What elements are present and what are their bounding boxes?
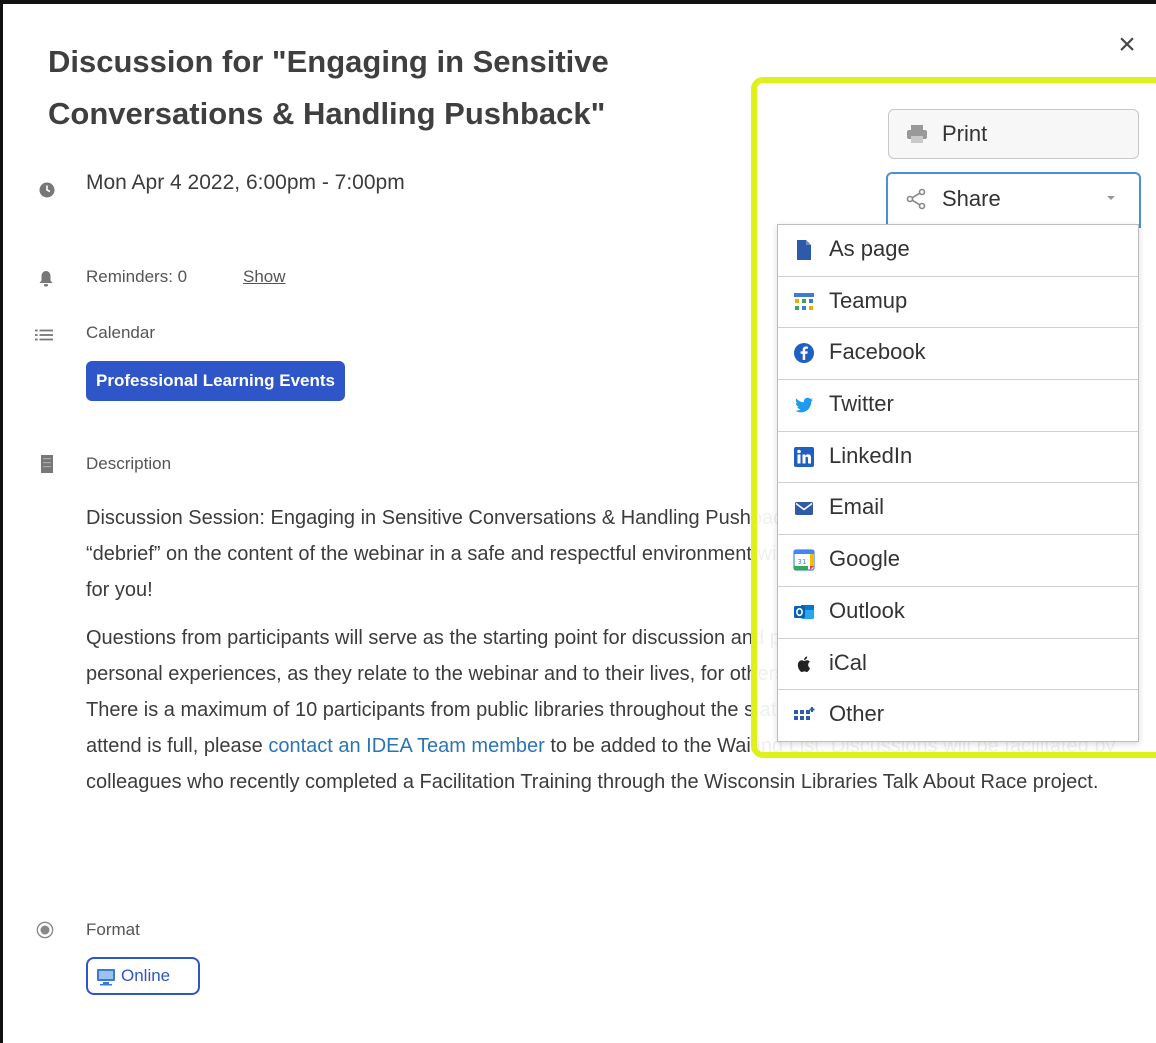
share-menu-item-other[interactable]: Other [778, 690, 1138, 742]
menu-item-label: Twitter [829, 391, 894, 417]
reminders-label: Reminders: 0 [86, 267, 188, 286]
share-dropdown-button[interactable]: Share [886, 172, 1141, 228]
linkedin-icon [794, 446, 814, 467]
menu-item-label: iCal [829, 649, 867, 675]
share-menu-item-linkedin[interactable]: LinkedIn [778, 432, 1138, 484]
window-frame-left [0, 0, 3, 1043]
share-label: Share [942, 186, 1001, 211]
format-label: Format [86, 920, 140, 939]
format-badge[interactable]: Online [86, 957, 200, 995]
share-menu-item-twitter[interactable]: Twitter [778, 380, 1138, 432]
print-button[interactable]: Print [888, 109, 1139, 159]
clock-icon [39, 182, 55, 198]
share-menu-item-google[interactable]: 31 Google [778, 535, 1138, 587]
event-datetime: Mon Apr 4 2022, 6:00pm - 7:00pm [86, 171, 405, 194]
chevron-down-icon [1107, 196, 1115, 200]
description-icon [41, 455, 53, 473]
menu-item-label: Email [829, 494, 885, 520]
calendar-badge[interactable]: Professional Learning Events [86, 361, 346, 401]
outlook-icon [794, 604, 814, 619]
other-calendar-icon [794, 707, 815, 721]
page-icon [797, 240, 811, 260]
share-menu: As page Teamup Facebook Twitter LinkedIn [777, 224, 1139, 742]
menu-item-label: Outlook [829, 597, 905, 623]
description-label: Description [86, 454, 172, 473]
contact-idea-team-link[interactable]: contact an IDEA Team member [268, 735, 544, 757]
teamup-icon [794, 292, 814, 310]
apple-icon [797, 656, 810, 672]
reminders-show-link[interactable]: Show [243, 267, 286, 287]
share-menu-item-outlook[interactable]: Outlook [778, 587, 1138, 639]
email-icon [795, 502, 813, 516]
menu-item-label: LinkedIn [829, 442, 913, 468]
google-calendar-icon: 31 [793, 549, 815, 571]
share-menu-item-facebook[interactable]: Facebook [778, 328, 1138, 381]
share-menu-item-as-page[interactable]: As page [778, 225, 1138, 277]
list-icon [35, 329, 53, 341]
print-label: Print [942, 121, 988, 146]
svg-text:31: 31 [798, 558, 807, 566]
menu-item-label: Teamup [829, 287, 908, 313]
menu-item-label: Other [829, 701, 885, 727]
share-menu-item-email[interactable]: Email [778, 483, 1138, 536]
event-title: Discussion for "Engaging in Sensitive Co… [48, 44, 609, 131]
format-value: Online [121, 966, 171, 985]
twitter-icon [795, 397, 813, 413]
radio-dot-icon [36, 921, 54, 939]
printer-icon [907, 125, 927, 143]
monitor-icon [97, 968, 115, 986]
menu-item-label: Google [829, 546, 900, 572]
share-menu-item-teamup[interactable]: Teamup [778, 277, 1138, 329]
calendar-label: Calendar [86, 323, 155, 342]
menu-item-label: As page [829, 236, 910, 261]
menu-item-label: Facebook [829, 339, 926, 365]
bell-icon [39, 271, 53, 287]
share-icon [906, 188, 926, 210]
close-button[interactable]: × [1110, 28, 1144, 62]
window-frame-top [0, 0, 1156, 4]
facebook-icon [794, 343, 814, 364]
share-menu-item-ical[interactable]: iCal [778, 639, 1138, 691]
